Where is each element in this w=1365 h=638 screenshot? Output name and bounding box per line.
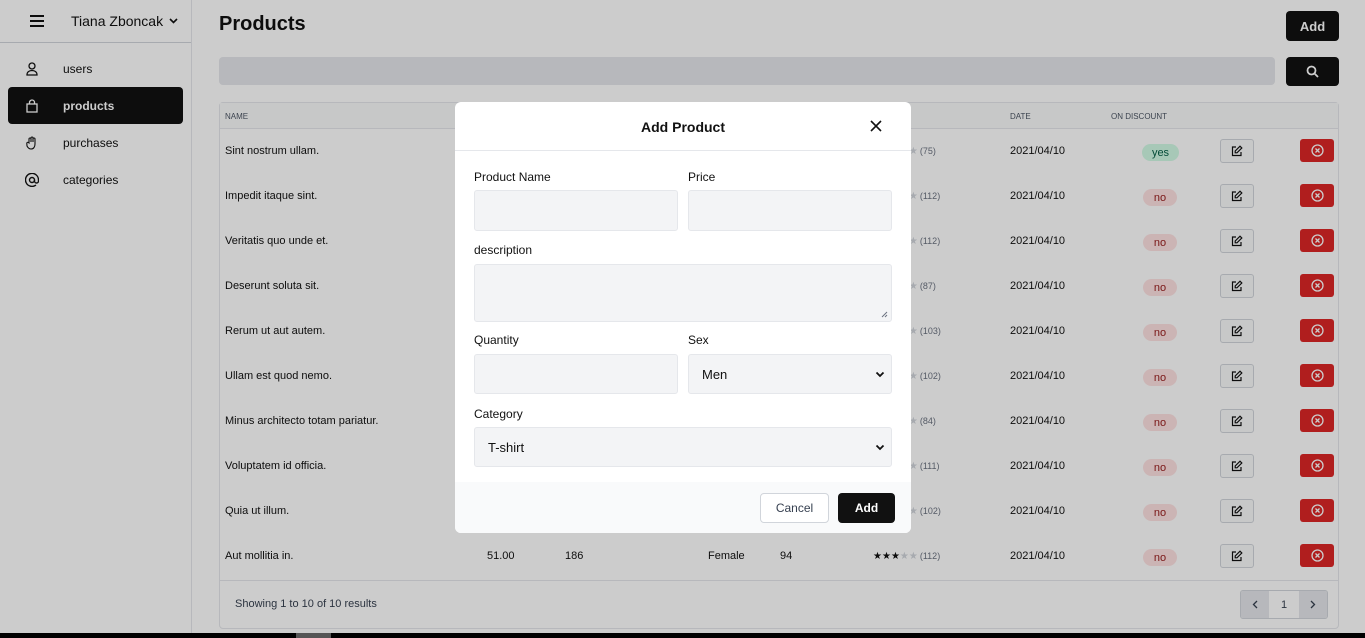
modal-title: Add Product <box>641 119 725 135</box>
add-button[interactable]: Add <box>838 493 895 523</box>
add-product-modal: Add Product Product Name Price descripti… <box>455 102 911 533</box>
category-select-value: T-shirt <box>488 439 525 455</box>
description-label: description <box>474 243 533 257</box>
resize-handle-icon[interactable] <box>881 311 888 318</box>
category-label: Category <box>474 407 523 421</box>
product-name-input[interactable] <box>474 190 678 231</box>
close-icon[interactable] <box>868 118 884 134</box>
quantity-input[interactable] <box>474 354 678 394</box>
category-select[interactable]: T-shirt <box>474 427 892 467</box>
sex-select-value: Men <box>702 366 728 382</box>
cancel-button[interactable]: Cancel <box>760 493 829 523</box>
chevron-down-icon <box>875 371 885 378</box>
modal-header: Add Product <box>455 102 911 151</box>
product-name-label: Product Name <box>474 170 551 184</box>
price-label: Price <box>688 170 716 184</box>
modal-footer: Cancel Add <box>455 482 911 533</box>
taskbar <box>0 633 1365 638</box>
quantity-label: Quantity <box>474 333 519 347</box>
description-textarea[interactable] <box>474 264 892 322</box>
chevron-down-icon <box>875 444 885 451</box>
price-input[interactable] <box>688 190 892 231</box>
sex-select[interactable]: Men <box>688 354 892 394</box>
sex-label: Sex <box>688 333 709 347</box>
